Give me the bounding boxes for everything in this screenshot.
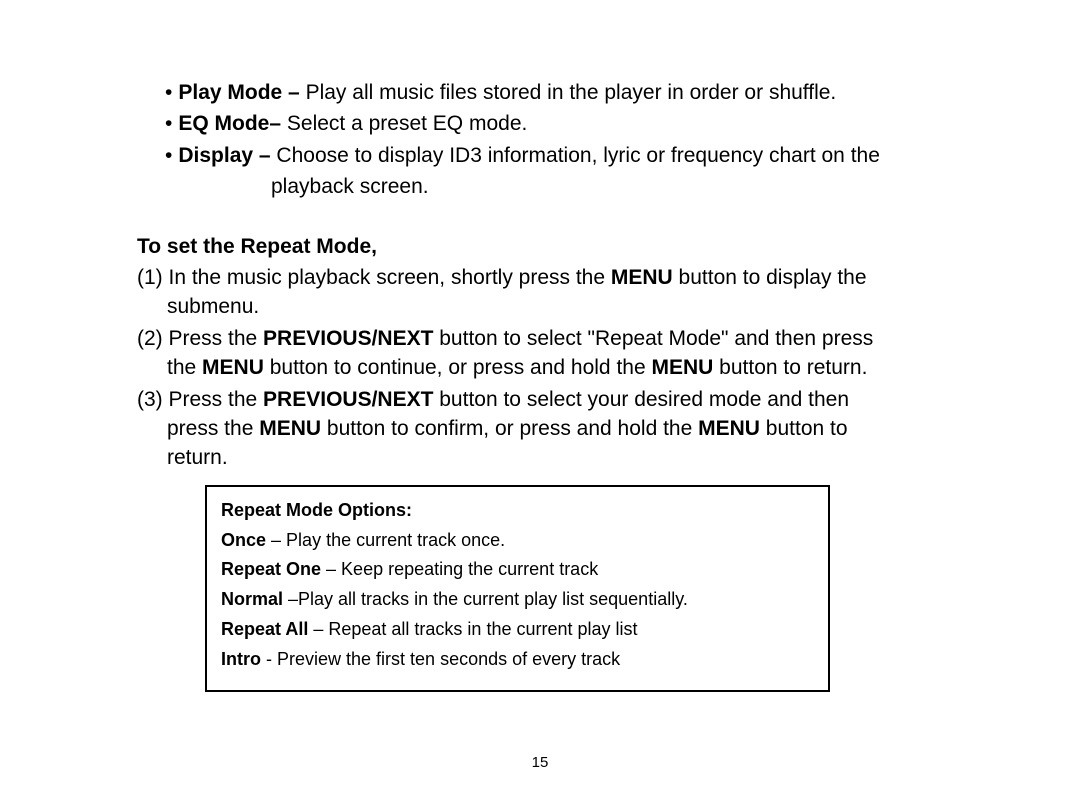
step-item: (1) In the music playback screen, shortl… bbox=[137, 263, 940, 322]
option-label: Intro bbox=[221, 649, 261, 669]
options-box: Repeat Mode Options: Once – Play the cur… bbox=[205, 485, 830, 692]
option-desc: Play the current track once. bbox=[286, 530, 505, 550]
section-heading: To set the Repeat Mode, bbox=[137, 232, 940, 261]
option-sep: – bbox=[308, 619, 328, 639]
step-line: (2) Press the PREVIOUS/NEXT button to se… bbox=[137, 324, 940, 353]
bullet-icon: • bbox=[165, 78, 172, 107]
step-cont: the MENU button to continue, or press an… bbox=[167, 353, 940, 382]
step-text: button to return. bbox=[713, 356, 867, 379]
step-bold: PREVIOUS/NEXT bbox=[263, 327, 433, 350]
step-bold: MENU bbox=[202, 356, 264, 379]
option-desc: Repeat all tracks in the current play li… bbox=[328, 619, 637, 639]
step-text: button to continue, or press and hold th… bbox=[264, 356, 652, 379]
option-label: Repeat One bbox=[221, 559, 321, 579]
bullet-label: Play Mode – bbox=[178, 81, 305, 104]
bullet-content: Display – Choose to display ID3 informat… bbox=[178, 141, 940, 170]
bullet-list: • Play Mode – Play all music files store… bbox=[165, 78, 940, 202]
step-bold: MENU bbox=[698, 417, 760, 440]
step-text: button to bbox=[760, 417, 848, 440]
option-line: Normal –Play all tracks in the current p… bbox=[221, 586, 814, 614]
step-item: (2) Press the PREVIOUS/NEXT button to se… bbox=[137, 324, 940, 383]
bullet-content: Play Mode – Play all music files stored … bbox=[178, 78, 940, 107]
bullet-content: EQ Mode– Select a preset EQ mode. bbox=[178, 109, 940, 138]
option-line: Repeat One – Keep repeating the current … bbox=[221, 556, 814, 584]
step-cont: submenu. bbox=[167, 292, 940, 321]
step-bold: PREVIOUS/NEXT bbox=[263, 388, 433, 411]
option-line: Repeat All – Repeat all tracks in the cu… bbox=[221, 616, 814, 644]
option-desc: Play all tracks in the current play list… bbox=[298, 589, 688, 609]
option-sep: – bbox=[321, 559, 341, 579]
option-desc: Preview the first ten seconds of every t… bbox=[277, 649, 620, 669]
option-sep: – bbox=[266, 530, 286, 550]
page-number: 15 bbox=[0, 754, 1080, 771]
options-heading: Repeat Mode Options: bbox=[221, 497, 814, 525]
step-text: (1) In the music playback screen, shortl… bbox=[137, 266, 611, 289]
step-text: (2) Press the bbox=[137, 327, 263, 350]
option-sep: – bbox=[283, 589, 298, 609]
step-bold: MENU bbox=[651, 356, 713, 379]
option-line: Once – Play the current track once. bbox=[221, 527, 814, 555]
step-bold: MENU bbox=[611, 266, 673, 289]
bullet-continuation: playback screen. bbox=[271, 172, 940, 201]
step-text: button to select your desired mode and t… bbox=[433, 388, 849, 411]
bullet-icon: • bbox=[165, 109, 172, 138]
step-line: (1) In the music playback screen, shortl… bbox=[137, 263, 940, 292]
step-text: press the bbox=[167, 417, 259, 440]
option-line: Intro - Preview the first ten seconds of… bbox=[221, 646, 814, 674]
step-text: (3) Press the bbox=[137, 388, 263, 411]
numbered-list: (1) In the music playback screen, shortl… bbox=[137, 263, 940, 473]
step-bold: MENU bbox=[259, 417, 321, 440]
bullet-desc: Select a preset EQ mode. bbox=[287, 112, 527, 135]
bullet-label: Display – bbox=[178, 144, 276, 167]
step-text: button to display the bbox=[673, 266, 867, 289]
bullet-icon: • bbox=[165, 141, 172, 170]
bullet-item: • Play Mode – Play all music files store… bbox=[165, 78, 940, 107]
step-cont: press the MENU button to confirm, or pre… bbox=[167, 414, 940, 443]
option-label: Repeat All bbox=[221, 619, 308, 639]
step-text: the bbox=[167, 356, 202, 379]
bullet-item: • Display – Choose to display ID3 inform… bbox=[165, 141, 940, 170]
option-label: Once bbox=[221, 530, 266, 550]
step-text: button to confirm, or press and hold the bbox=[321, 417, 698, 440]
bullet-desc: Play all music files stored in the playe… bbox=[306, 81, 837, 104]
step-text: button to select "Repeat Mode" and then … bbox=[433, 327, 873, 350]
step-cont: return. bbox=[167, 443, 940, 472]
option-sep: - bbox=[261, 649, 277, 669]
step-item: (3) Press the PREVIOUS/NEXT button to se… bbox=[137, 385, 940, 473]
step-line: (3) Press the PREVIOUS/NEXT button to se… bbox=[137, 385, 940, 414]
bullet-item: • EQ Mode– Select a preset EQ mode. bbox=[165, 109, 940, 138]
bullet-label: EQ Mode– bbox=[178, 112, 287, 135]
bullet-desc-line1: Choose to display ID3 information, lyric… bbox=[276, 144, 879, 167]
option-label: Normal bbox=[221, 589, 283, 609]
option-desc: Keep repeating the current track bbox=[341, 559, 598, 579]
document-page: • Play Mode – Play all music files store… bbox=[0, 0, 1080, 732]
